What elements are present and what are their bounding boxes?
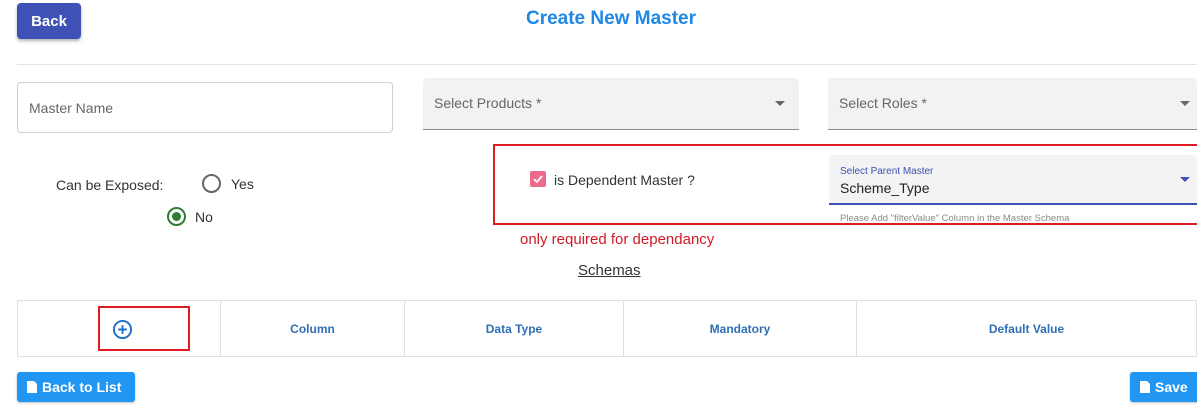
plus-circle-icon[interactable]	[112, 319, 133, 340]
radio-selected-dot	[172, 212, 181, 221]
column-header-default-value: Default Value	[988, 321, 1065, 336]
save-button[interactable]: Save	[1130, 372, 1197, 402]
roles-select-label: Select Roles *	[839, 95, 927, 111]
save-icon	[1140, 381, 1150, 393]
page-title: Create New Master	[525, 8, 697, 29]
exposed-no-radio[interactable]	[167, 207, 186, 226]
master-name-field[interactable]	[17, 82, 393, 133]
caret-down-icon	[1180, 177, 1190, 182]
products-select-label: Select Products *	[434, 95, 542, 111]
dependent-checkbox[interactable]	[530, 171, 546, 187]
check-icon	[533, 175, 543, 184]
parent-master-helper: Please Add "filterValue" Column in the M…	[840, 213, 1070, 224]
dependency-note: only required for dependancy	[520, 231, 715, 248]
column-header-data-type: Data Type	[405, 301, 624, 356]
schema-table-header: Column Data Type Mandatory Default Value	[17, 300, 1197, 357]
exposed-yes-radio[interactable]	[202, 174, 221, 193]
header-divider	[17, 64, 1197, 65]
column-header-mandatory: Mandatory	[624, 301, 857, 356]
back-to-list-label: Back to List	[42, 379, 122, 395]
schemas-title: Schemas	[578, 262, 641, 279]
back-to-list-button[interactable]: Back to List	[17, 372, 135, 402]
caret-down-icon	[1180, 101, 1190, 106]
save-label: Save	[1155, 379, 1188, 395]
parent-master-label: Select Parent Master	[840, 166, 934, 177]
file-icon	[27, 381, 37, 393]
column-header-column: Column	[221, 301, 405, 356]
roles-select[interactable]: Select Roles *	[828, 78, 1197, 130]
master-name-input[interactable]	[18, 83, 392, 132]
exposed-yes-label: Yes	[231, 176, 254, 192]
dependent-label: is Dependent Master ?	[554, 172, 695, 188]
exposed-label: Can be Exposed:	[56, 177, 164, 193]
parent-master-value: Scheme_Type	[840, 180, 930, 196]
products-select[interactable]: Select Products *	[423, 78, 799, 130]
caret-down-icon	[775, 101, 785, 106]
add-column-cell	[18, 301, 221, 356]
exposed-no-label: No	[195, 209, 213, 225]
parent-master-select[interactable]: Select Parent Master Scheme_Type	[829, 155, 1197, 205]
